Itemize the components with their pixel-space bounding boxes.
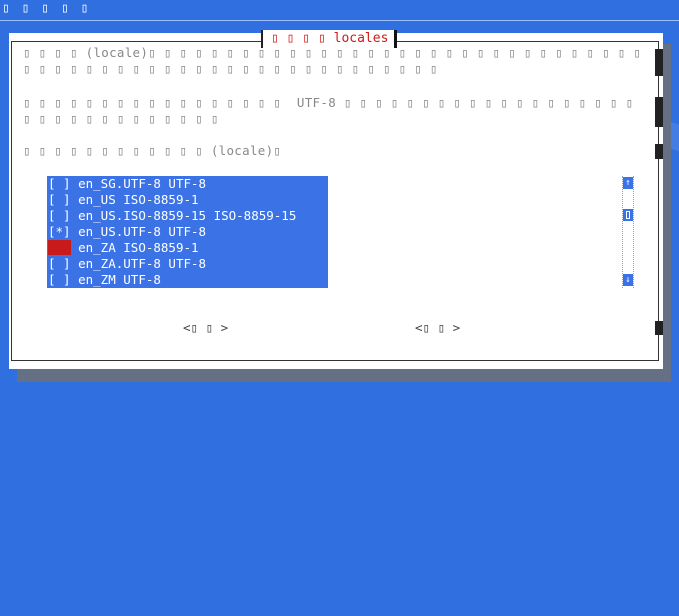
edge-mark: [655, 321, 663, 335]
locale-list[interactable]: [ ] en_SG.UTF-8 UTF-8 [ ] en_US ISO-8859…: [47, 176, 328, 288]
description-paragraph-1: ▯ ▯ ▯ ▯ (locale)▯ ▯ ▯ ▯ ▯ ▯ ▯ ▯ ▯ ▯ ▯ ▯ …: [23, 45, 650, 76]
locale-label: en_ZM UTF-8: [78, 272, 161, 287]
locale-label: en_SG.UTF-8 UTF-8: [78, 176, 207, 191]
locales-dialog: ▯ ▯ ▯ ▯ locales ▯ ▯ ▯ ▯ (locale)▯ ▯ ▯ ▯ …: [9, 30, 663, 369]
locale-checkbox[interactable]: [ ]: [48, 176, 71, 191]
locale-label: en_US.ISO-8859-15 ISO-8859-15: [78, 208, 297, 223]
title-underline: [0, 20, 679, 21]
edge-mark: [655, 144, 663, 159]
locale-option[interactable]: [*] en_US.UTF-8 UTF-8: [47, 224, 328, 240]
window-title: ▯ ▯ ▯ ▯ ▯: [2, 1, 91, 16]
scroll-thumb[interactable]: [623, 209, 633, 221]
locale-option[interactable]: [ ] en_US.ISO-8859-15 ISO-8859-15: [47, 208, 328, 224]
locale-checkbox[interactable]: [ ]: [48, 192, 71, 207]
edge-mark: [655, 97, 663, 127]
locale-option-focused[interactable]: [ ] en_ZA ISO-8859-1: [47, 240, 328, 256]
locale-option[interactable]: [ ] en_ZM UTF-8: [47, 272, 328, 288]
description-paragraph-2: ▯ ▯ ▯ ▯ ▯ ▯ ▯ ▯ ▯ ▯ ▯ ▯ ▯ ▯ ▯ ▯ ▯ UTF-8 …: [23, 95, 642, 126]
list-scrollbar[interactable]: ↑ ↓: [622, 176, 634, 288]
locale-label: en_US ISO-8859-1: [78, 192, 199, 207]
locale-checkbox[interactable]: [*]: [48, 224, 71, 239]
edge-mark: [655, 49, 663, 76]
scroll-down-icon[interactable]: ↓: [623, 274, 633, 286]
locale-checkbox[interactable]: [ ]: [48, 208, 71, 223]
description-paragraph-3: ▯ ▯ ▯ ▯ ▯ ▯ ▯ ▯ ▯ ▯ ▯ ▯ (locale)▯: [23, 143, 282, 158]
locale-option[interactable]: [ ] en_SG.UTF-8 UTF-8: [47, 176, 328, 192]
locale-label: en_ZA ISO-8859-1: [78, 240, 199, 255]
ok-button[interactable]: <▯ ▯ >: [183, 320, 228, 336]
locale-checkbox[interactable]: [ ]: [48, 272, 71, 287]
locale-option[interactable]: [ ] en_ZA.UTF-8 UTF-8: [47, 256, 328, 272]
scroll-up-icon[interactable]: ↑: [623, 177, 633, 189]
locale-option[interactable]: [ ] en_US ISO-8859-1: [47, 192, 328, 208]
locale-label: en_US.UTF-8 UTF-8: [78, 224, 207, 239]
locale-checkbox[interactable]: [ ]: [48, 256, 71, 271]
locale-checkbox-cursor[interactable]: [ ]: [48, 240, 71, 255]
locale-label: en_ZA.UTF-8 UTF-8: [78, 256, 207, 271]
cancel-button[interactable]: <▯ ▯ >: [415, 320, 460, 336]
